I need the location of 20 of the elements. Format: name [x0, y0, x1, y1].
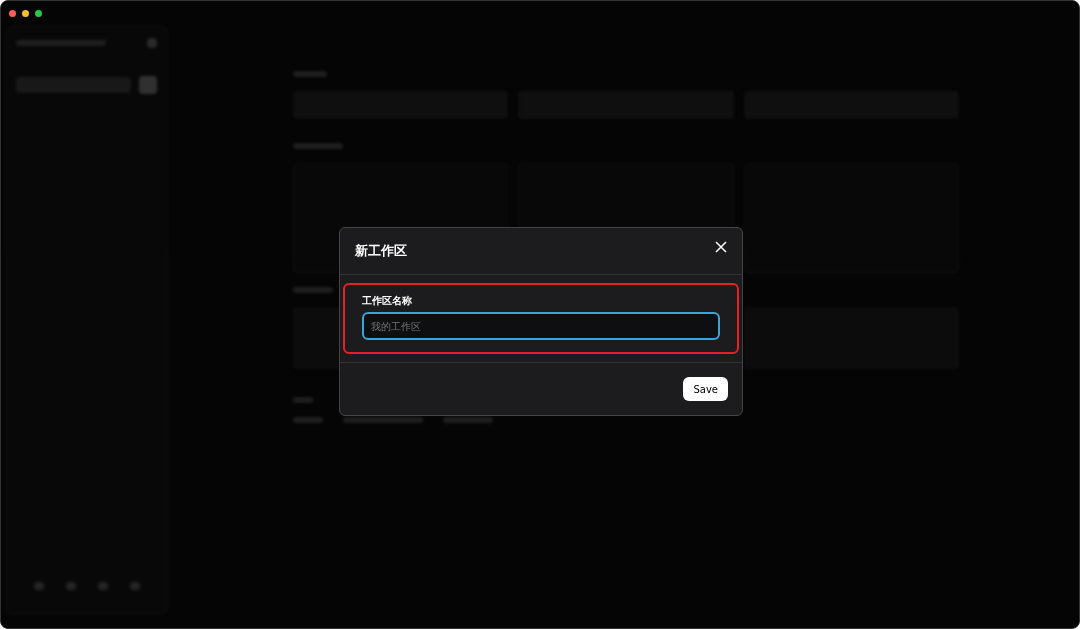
blurred-icon — [139, 76, 157, 94]
blurred-icon — [65, 582, 76, 590]
blurred-text — [293, 143, 343, 149]
dialog-title: 新工作区 — [355, 242, 407, 261]
blurred-text — [293, 71, 327, 77]
close-window-icon[interactable] — [9, 9, 16, 17]
blurred-text — [293, 417, 323, 423]
blurred-icon — [33, 582, 44, 590]
input-field[interactable]: 我的工作区 — [362, 312, 720, 340]
field-label: 工作区名称 — [362, 294, 413, 308]
blurred-icon — [97, 582, 108, 590]
blurred-text — [293, 287, 333, 293]
blurred-icon — [129, 582, 140, 590]
close-icon[interactable] — [715, 241, 727, 253]
maximize-window-icon[interactable] — [35, 9, 42, 17]
blurred-text — [293, 397, 313, 403]
save-button[interactable]: Save — [683, 377, 728, 401]
blurred-text — [443, 417, 493, 423]
minimize-window-icon[interactable] — [22, 9, 29, 17]
blurred-icon — [147, 38, 157, 48]
